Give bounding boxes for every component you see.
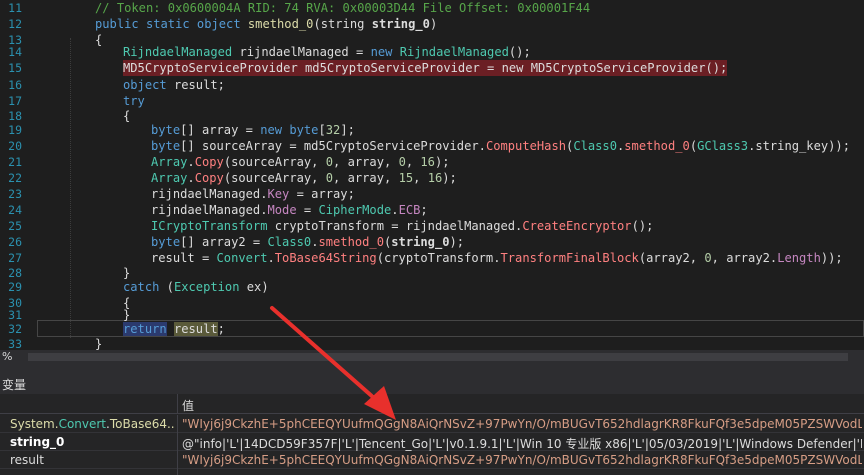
line-number: 26 xyxy=(8,235,22,249)
code-line-14[interactable]: RijndaelManaged rijndaelManaged = new Ri… xyxy=(123,44,531,60)
horizontal-scrollbar[interactable] xyxy=(28,353,848,361)
code-line-23[interactable]: rijndaelManaged.Key = array; xyxy=(151,186,355,202)
code-line-21[interactable]: Array.Copy(sourceArray, 0, array, 0, 16)… xyxy=(151,154,450,170)
editor-bottom-bar: % xyxy=(0,350,864,364)
code-line-29[interactable]: catch (Exception ex) xyxy=(123,279,269,295)
line-number: 12 xyxy=(8,17,22,31)
zoom-level[interactable]: % xyxy=(2,350,12,364)
variable-name: result xyxy=(10,453,44,467)
line-number: 29 xyxy=(8,280,22,294)
locals-panel-title: 变量 xyxy=(0,364,864,394)
locals-header-row: 值 xyxy=(0,394,864,414)
line-number: 14 xyxy=(8,45,22,59)
code-line-16[interactable]: object result; xyxy=(123,77,225,93)
code-line-33[interactable]: } xyxy=(95,336,102,350)
code-line-15-highlighted[interactable]: MD5CryptoServiceProvider md5CryptoServic… xyxy=(123,60,728,77)
column-divider xyxy=(177,451,178,469)
column-divider xyxy=(177,469,178,475)
variable-name: string_0 xyxy=(10,435,65,449)
code-line-26[interactable]: byte[] array2 = Class0.smethod_0(string_… xyxy=(151,234,464,250)
variable-value: "WIyj6j9CkzhE+5phCEEQYUufmQGgN8AiQrNSvZ+… xyxy=(182,453,862,467)
line-number: 20 xyxy=(8,139,22,153)
code-editor[interactable]: // Token: 0x0600004A RID: 74 RVA: 0x0000… xyxy=(0,0,864,350)
variable-name: System.Convert.ToBase64... xyxy=(10,417,175,431)
locals-row[interactable]: result "WIyj6j9CkzhE+5phCEEQYUufmQGgN8Ai… xyxy=(0,451,864,469)
locals-row[interactable]: string_0 @"info|'L'|14DCD59F357F|'L'|Ten… xyxy=(0,433,864,451)
locals-panel: 变量 值 System.Convert.ToBase64... "WIyj6j9… xyxy=(0,364,864,475)
line-number: 33 xyxy=(8,337,22,350)
code-line-22[interactable]: Array.Copy(sourceArray, 0, array, 15, 16… xyxy=(151,170,457,186)
column-divider xyxy=(177,415,178,433)
code-area[interactable]: // Token: 0x0600004A RID: 74 RVA: 0x0000… xyxy=(40,0,864,350)
code-line-17[interactable]: try xyxy=(123,93,145,109)
line-number: 16 xyxy=(8,78,22,92)
code-line-27[interactable]: result = Convert.ToBase64String(cryptoTr… xyxy=(151,250,843,266)
column-divider[interactable] xyxy=(177,394,178,414)
line-number: 19 xyxy=(8,123,22,137)
line-number: 22 xyxy=(8,171,22,185)
code-line-32-current[interactable]: return result; xyxy=(123,321,225,337)
line-number: 17 xyxy=(8,94,22,108)
line-number: 15 xyxy=(8,61,22,75)
code-line-13[interactable]: { xyxy=(95,32,102,48)
variable-value: "WIyj6j9CkzhE+5phCEEQYUufmQGgN8AiQrNSvZ+… xyxy=(182,417,862,431)
column-divider xyxy=(177,433,178,451)
line-number: 11 xyxy=(8,1,22,15)
variable-value: @"info|'L'|14DCD59F357F|'L'|Tencent_Go|'… xyxy=(182,437,862,451)
code-line-20[interactable]: byte[] sourceArray = md5CryptoServicePro… xyxy=(151,138,850,154)
locals-row[interactable] xyxy=(0,469,864,475)
line-number: 24 xyxy=(8,203,22,217)
locals-row[interactable]: System.Convert.ToBase64... "WIyj6j9CkzhE… xyxy=(0,415,864,433)
code-line-19[interactable]: byte[] array = new byte[32]; xyxy=(151,122,355,138)
line-number: 25 xyxy=(8,219,22,233)
code-line-18[interactable]: { xyxy=(123,108,130,124)
locals-panel-title-text: 变量 xyxy=(2,378,27,392)
code-line-25[interactable]: ICryptoTransform cryptoTransform = rijnd… xyxy=(151,218,653,234)
code-line-11[interactable]: // Token: 0x0600004A RID: 74 RVA: 0x0000… xyxy=(95,0,590,16)
value-column-header[interactable]: 值 xyxy=(182,397,194,414)
code-line-12[interactable]: public static object smethod_0(string st… xyxy=(95,16,437,32)
line-number: 27 xyxy=(8,251,22,265)
line-number: 32 xyxy=(8,322,22,336)
code-line-24[interactable]: rijndaelManaged.Mode = CipherMode.ECB; xyxy=(151,202,428,218)
line-number: 23 xyxy=(8,187,22,201)
line-number: 21 xyxy=(8,155,22,169)
